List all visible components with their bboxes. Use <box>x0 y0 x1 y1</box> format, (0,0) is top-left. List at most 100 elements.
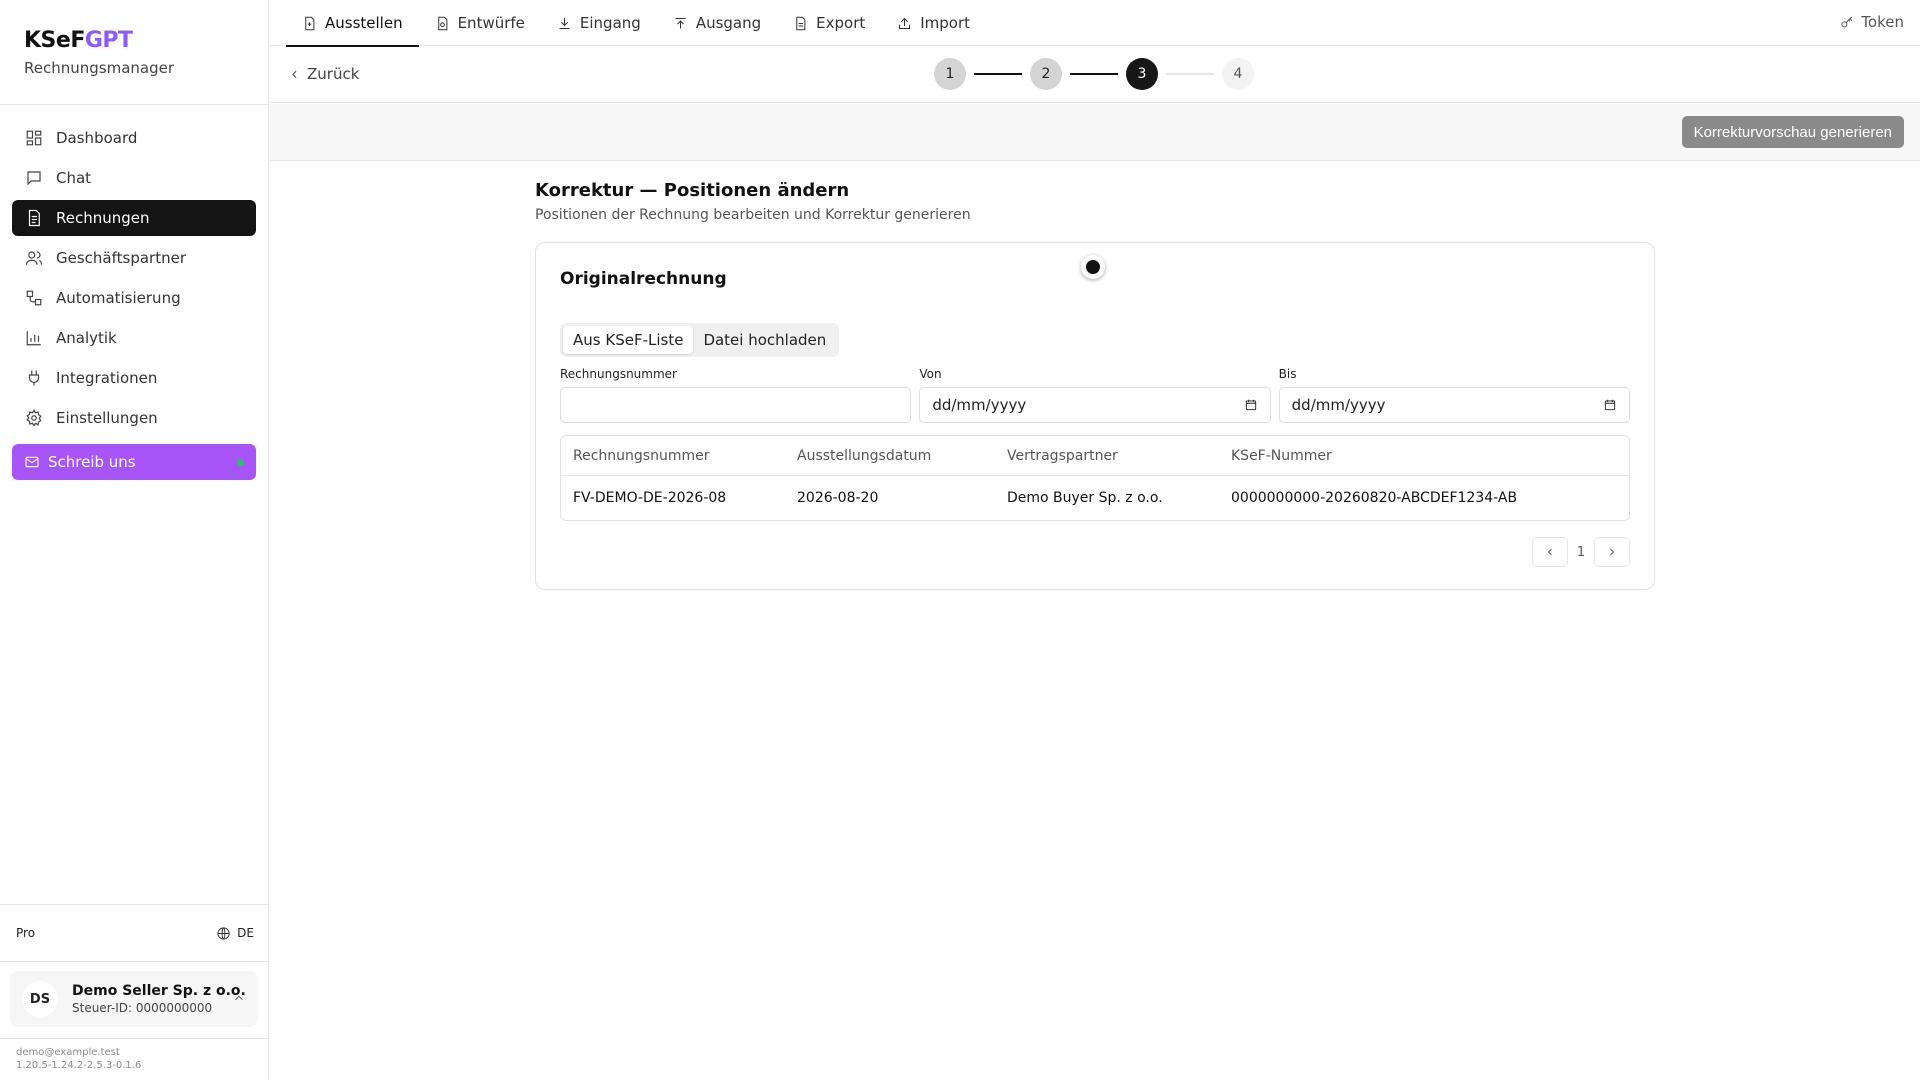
key-icon <box>1841 16 1853 27</box>
sidebar-item-analytik[interactable]: Analytik <box>12 320 256 356</box>
from-date-filter: Von dd/mm/yyyy <box>919 367 1271 423</box>
step-2[interactable]: 2 <box>1030 58 1062 90</box>
action-bar: Korrekturvorschau generieren <box>270 104 1920 161</box>
source-toggle: Aus KSeF-Liste Datei hochladen <box>560 323 840 357</box>
tab-label: Ausgang <box>695 14 762 32</box>
users-icon <box>24 248 44 268</box>
bar-chart-icon <box>24 328 44 348</box>
sidebar-item-chat[interactable]: Chat <box>12 160 256 196</box>
sidebar-item-integrationen[interactable]: Integrationen <box>12 360 256 396</box>
token-label: Token <box>1861 13 1904 31</box>
page-subtitle: Positionen der Rechnung bearbeiten und K… <box>535 207 971 223</box>
invoice-number-input[interactable] <box>560 387 912 423</box>
sidebar-item-label: Rechnungen <box>56 209 150 227</box>
divider <box>0 104 268 105</box>
sidebar-item-label: Dashboard <box>56 129 138 147</box>
calendar-icon[interactable] <box>1244 398 1258 412</box>
tab-ausgang[interactable]: Ausgang <box>657 0 777 46</box>
file-plus-icon <box>305 16 315 30</box>
original-invoice-card: Originalrechnung Aus KSeF-Liste Datei ho… <box>535 242 1655 590</box>
chevron-left-icon <box>292 70 297 78</box>
column-header: KSeF-Nummer <box>1231 447 1332 464</box>
previous-page-button[interactable] <box>1532 537 1568 567</box>
next-page-button[interactable] <box>1594 537 1630 567</box>
tab-export[interactable]: Export <box>777 0 881 46</box>
gear-icon <box>24 408 44 428</box>
sidebar-item-automatisierung[interactable]: Automatisierung <box>12 280 256 316</box>
workflow-icon <box>24 288 44 308</box>
invoice-icon <box>24 208 44 228</box>
tab-label: Export <box>816 14 866 32</box>
field-label: Rechnungsnummer <box>560 367 677 381</box>
token-button[interactable]: Token <box>1840 13 1904 31</box>
step-3[interactable]: 3 <box>1126 58 1158 90</box>
column-header: Rechnungsnummer <box>573 447 710 464</box>
sidebar-item-rechnungen[interactable]: Rechnungen <box>12 200 256 236</box>
account-tax-id: Steuer-ID: 0000000000 <box>72 1001 213 1015</box>
language-label: DE <box>237 926 254 940</box>
tab-list: Ausstellen Entwürfe Eingang Ausgang Expo… <box>286 0 986 47</box>
download-icon <box>559 17 570 29</box>
radio-button[interactable] <box>1081 255 1105 279</box>
field-label: Bis <box>1278 367 1297 381</box>
invoice-number-filter: Rechnungsnummer <box>560 367 912 423</box>
tab-eingang[interactable]: Eingang <box>541 0 657 46</box>
chevron-right-icon <box>1610 548 1615 556</box>
brand: KSeFGPT Rechnungsmanager <box>24 28 174 77</box>
sidebar-item-dashboard[interactable]: Dashboard <box>12 120 256 156</box>
to-date-filter: Bis dd/mm/yyyy <box>1278 367 1630 423</box>
step-connector <box>1070 73 1118 75</box>
input-value: dd/mm/yyyy <box>932 396 1027 414</box>
main-content: Korrektur — Positionen ändern Positionen… <box>535 180 1655 590</box>
mail-icon <box>24 452 40 472</box>
generate-preview-button[interactable]: Korrekturvorschau generieren <box>1681 116 1904 148</box>
step-4: 4 <box>1222 58 1254 90</box>
sidebar-nav: Dashboard Chat Rechnungen Geschäftspartn… <box>12 120 256 484</box>
user-email: demo@example.test <box>16 1047 120 1058</box>
draft-icon <box>437 16 447 30</box>
topbar: Ausstellen Entwürfe Eingang Ausgang Expo… <box>270 0 1920 47</box>
dashboard-icon <box>24 128 44 148</box>
column-header: Vertragspartner <box>1007 447 1118 464</box>
column-header: Ausstellungsdatum <box>797 447 932 464</box>
brand-subtitle: Rechnungsmanager <box>24 59 175 77</box>
page-title: Korrektur — Positionen ändern <box>535 180 850 201</box>
sidebar-item-label: Chat <box>56 169 92 187</box>
table-cell: FV-DEMO-DE-2026-08 <box>573 490 727 506</box>
step-1[interactable]: 1 <box>934 58 966 90</box>
calendar-icon[interactable] <box>1603 398 1617 412</box>
tab-ksef-list[interactable]: Aus KSeF-Liste <box>563 326 694 354</box>
sidebar-item-label: Automatisierung <box>56 289 181 307</box>
account-switcher[interactable]: DS Demo Seller Sp. z o.o. Steuer-ID: 000… <box>10 971 258 1027</box>
to-date-input[interactable]: dd/mm/yyyy <box>1278 387 1630 423</box>
sidebar-item-einstellungen[interactable]: Einstellungen <box>12 400 256 436</box>
tab-entwuerfe[interactable]: Entwürfe <box>419 0 541 46</box>
back-button[interactable]: Zurück <box>288 65 359 83</box>
stepper: 1 2 3 4 <box>934 58 1254 90</box>
tab-import[interactable]: Import <box>881 0 986 46</box>
sidebar-item-label: Integrationen <box>56 369 158 387</box>
tab-file-upload[interactable]: Datei hochladen <box>693 326 836 354</box>
brand-logo[interactable]: KSeFGPT <box>24 28 174 53</box>
language-switcher[interactable]: DE <box>216 926 254 941</box>
plug-icon <box>24 368 44 388</box>
from-date-input[interactable]: dd/mm/yyyy <box>919 387 1271 423</box>
globe-icon <box>217 926 230 940</box>
tab-ausstellen[interactable]: Ausstellen <box>286 0 419 47</box>
chat-icon <box>24 168 44 188</box>
sidebar-item-geschaeftspartner[interactable]: Geschäftspartner <box>12 240 256 276</box>
card-title: Originalrechnung <box>560 269 727 289</box>
sidebar-item-label: Geschäftspartner <box>56 249 186 267</box>
tab-label: Ausstellen <box>325 14 403 32</box>
sidebar-item-label: Einstellungen <box>56 409 158 427</box>
plan-row: Pro DE <box>16 922 254 944</box>
contact-label: Schreib uns <box>48 453 136 471</box>
contact-button[interactable]: Schreib uns <box>12 444 256 480</box>
step-connector <box>974 73 1022 75</box>
sidebar-item-label: Analytik <box>56 329 117 347</box>
table-row[interactable]: FV-DEMO-DE-2026-08 2026-08-20 Demo Buyer… <box>561 476 1629 520</box>
upload-icon <box>675 17 686 28</box>
plan-label: Pro <box>16 926 36 940</box>
divider <box>0 1038 268 1039</box>
table-header: Rechnungsnummer Ausstellungsdatum Vertra… <box>561 436 1629 476</box>
